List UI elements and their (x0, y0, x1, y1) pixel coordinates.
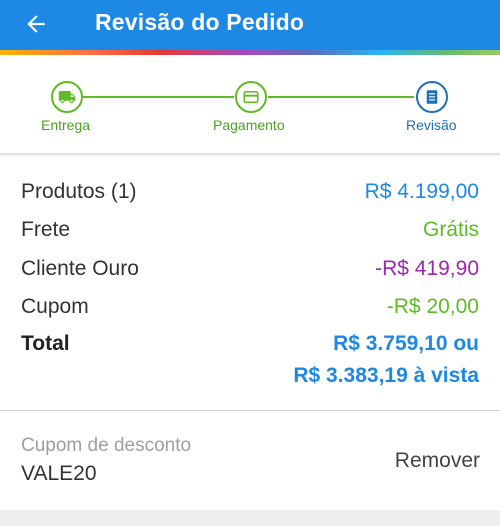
shipping-value: Grátis (422, 218, 479, 241)
back-button[interactable] (18, 6, 54, 42)
total-value-cash: R$ 3.383,19 à vista (293, 364, 479, 387)
step-pagamento[interactable] (235, 81, 267, 113)
section-divider (0, 410, 500, 411)
step-entrega[interactable] (51, 81, 83, 113)
step-revisao[interactable] (416, 81, 448, 113)
coupon-row: Cupom -R$ 20,00 (21, 294, 479, 320)
products-label: Produtos (1) (21, 180, 137, 203)
shipping-row: Frete Grátis (21, 217, 479, 243)
coupon-caption: Cupom de desconto (21, 435, 192, 456)
products-value: R$ 4.199,00 (364, 180, 479, 203)
document-icon (426, 90, 438, 104)
truck-icon (58, 91, 76, 103)
total-value-installments: R$ 3.759,10 ou (333, 332, 479, 355)
gold-client-value: -R$ 419,90 (375, 257, 479, 280)
step-connector (268, 96, 414, 98)
gold-client-row: Cliente Ouro -R$ 419,90 (21, 256, 479, 282)
app-bar: Revisão do Pedido (0, 0, 500, 50)
bottom-bar (0, 510, 500, 526)
step-label-revisao: Revisão (406, 117, 457, 133)
step-connector (83, 96, 234, 98)
step-label-pagamento: Pagamento (213, 117, 285, 133)
shipping-label: Frete (21, 218, 71, 241)
coupon-label: Cupom (21, 295, 89, 318)
card-icon (243, 91, 259, 103)
coupon-discount-value: -R$ 20,00 (386, 295, 479, 318)
page-title: Revisão do Pedido (95, 9, 305, 35)
checkout-stepper: Entrega Pagamento Revisão (0, 55, 500, 153)
total-label: Total (21, 332, 70, 355)
gold-client-label: Cliente Ouro (21, 257, 139, 280)
stepper-divider (0, 153, 500, 156)
step-label-entrega: Entrega (41, 117, 91, 133)
products-row: Produtos (1) R$ 4.199,00 (21, 179, 479, 205)
arrow-left-icon (27, 15, 45, 33)
remove-coupon-button[interactable]: Remover (395, 449, 480, 473)
coupon-code: VALE20 (21, 462, 97, 485)
